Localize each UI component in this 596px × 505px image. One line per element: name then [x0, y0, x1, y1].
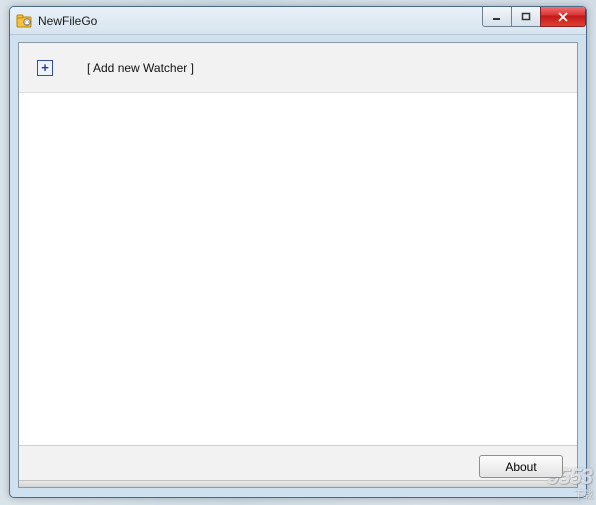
titlebar[interactable]: NewFileGo: [10, 7, 586, 35]
footer: About: [19, 445, 577, 487]
about-button[interactable]: About: [479, 455, 563, 478]
add-watcher-row[interactable]: + [ Add new Watcher ]: [19, 43, 577, 93]
client-area: + [ Add new Watcher ] About: [18, 42, 578, 488]
maximize-button[interactable]: [511, 7, 541, 27]
app-icon: [16, 13, 32, 29]
minimize-button[interactable]: [482, 7, 512, 27]
plus-icon: +: [37, 60, 53, 76]
window-title: NewFileGo: [38, 14, 97, 28]
window-controls: [483, 7, 586, 27]
add-watcher-label: [ Add new Watcher ]: [87, 61, 194, 75]
app-window: NewFileGo + [ Add new Watcher ] About: [9, 6, 587, 498]
watcher-list-empty: [19, 93, 577, 445]
close-button[interactable]: [540, 7, 586, 27]
